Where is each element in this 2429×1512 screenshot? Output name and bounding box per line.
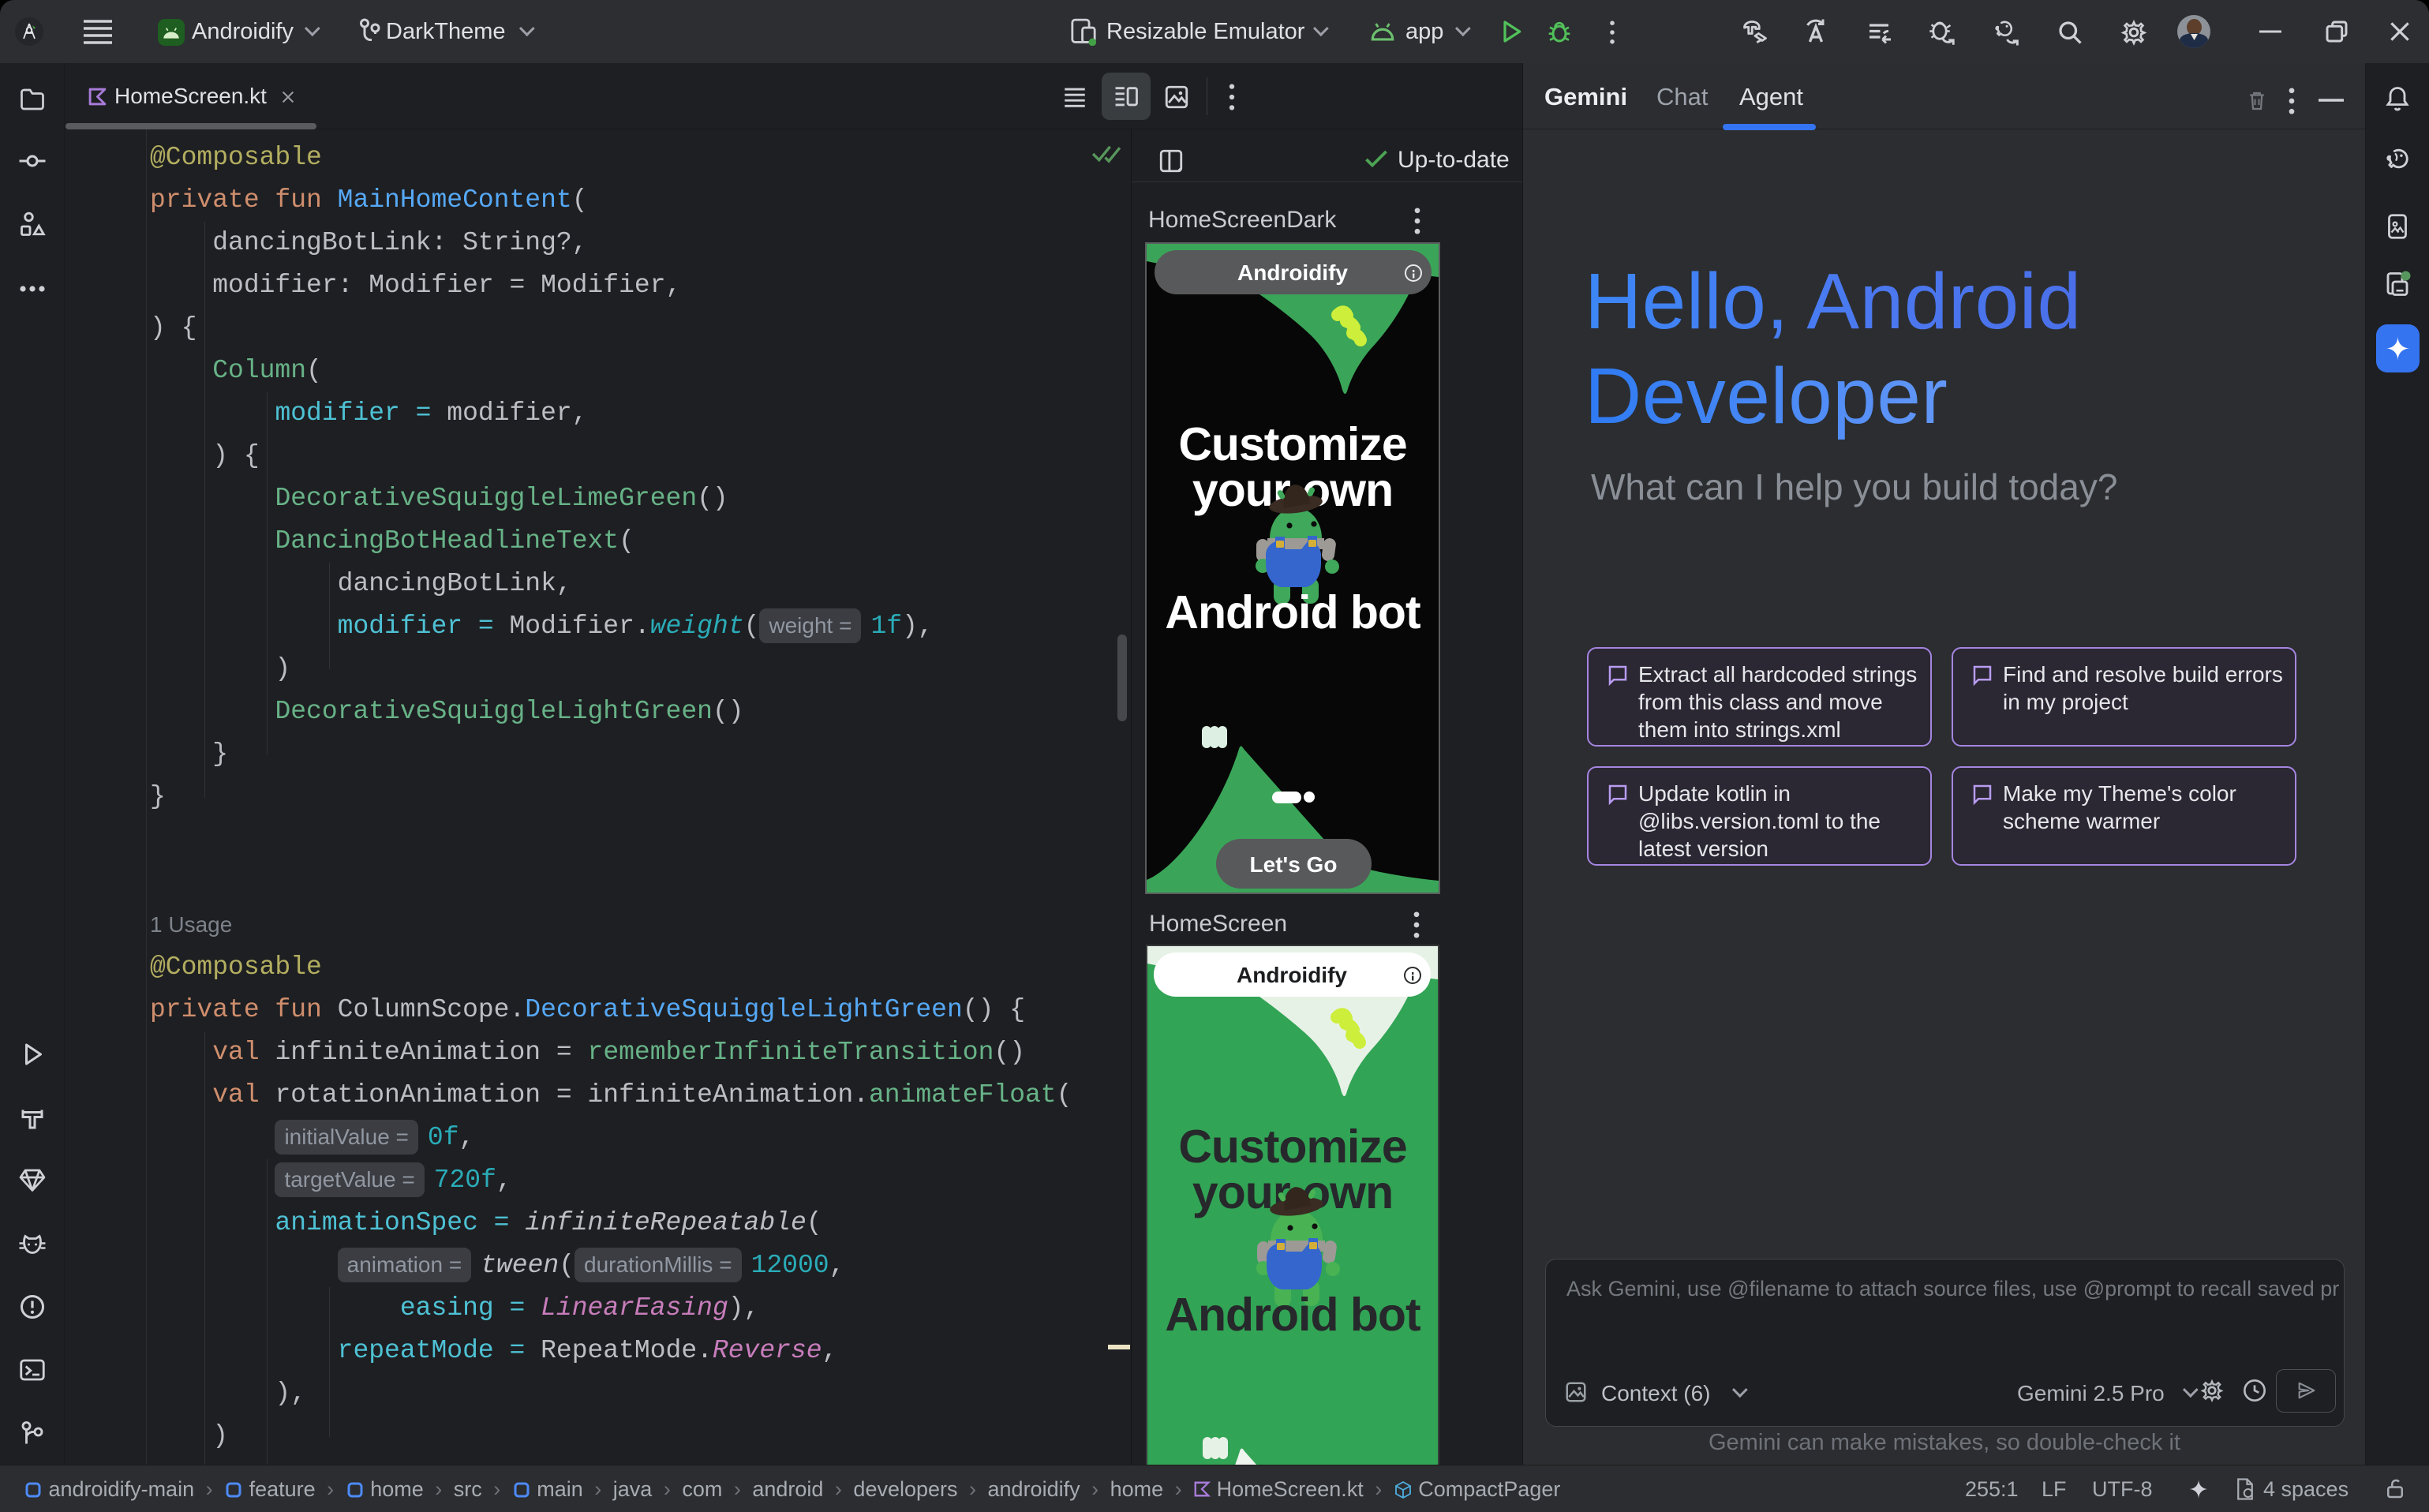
svg-text:Android bot: Android bot (1165, 586, 1420, 638)
svg-text:Androidify: Androidify (1237, 963, 1347, 987)
svg-text:Customize: Customize (1178, 1121, 1406, 1173)
svg-text:Customize: Customize (1178, 418, 1406, 470)
svg-text:Let's Go: Let's Go (1250, 852, 1338, 877)
svg-text:Androidify: Androidify (1237, 260, 1348, 285)
svg-text:Android bot: Android bot (1165, 1289, 1420, 1341)
